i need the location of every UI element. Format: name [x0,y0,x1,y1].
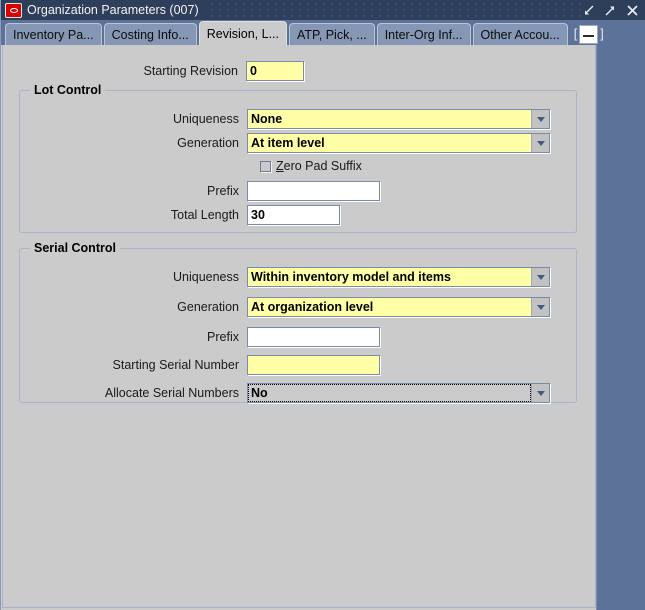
serial-prefix-label: Prefix [207,330,239,344]
tab-label: Inter-Org Inf... [384,27,463,42]
overflow-bracket-close: ] [600,27,604,41]
starting-serial-number-input[interactable] [247,355,380,375]
overflow-bracket-open: [ [573,27,578,41]
chevron-down-icon[interactable] [531,110,549,128]
serial-uniqueness-row: Uniqueness Within inventory model and it… [4,266,550,288]
serial-control-group: Serial Control Uniqueness Within invento… [19,241,577,403]
zero-pad-suffix-row[interactable]: Zero Pad Suffix [260,156,362,176]
tab-revision-lot[interactable]: Revision, L... [198,21,287,45]
tab-atp-pick[interactable]: ATP, Pick, ... [289,23,375,45]
tab-content-panel: Starting Revision 0 Lot Control Uniquene… [2,45,596,608]
serial-prefix-input[interactable] [247,327,380,347]
lot-uniqueness-row: Uniqueness None [4,108,550,130]
lot-uniqueness-select[interactable]: None [247,109,550,129]
tab-inventory-parameters[interactable]: Inventory Pa... [5,23,102,45]
window-title: Organization Parameters (007) [27,3,205,17]
window-titlebar: Organization Parameters (007) [1,0,645,20]
serial-control-title: Serial Control [30,241,120,255]
starting-serial-number-row: Starting Serial Number [4,354,380,376]
close-icon[interactable] [626,4,639,17]
tab-costing-information[interactable]: Costing Info... [103,23,197,45]
serial-prefix-row: Prefix [4,326,380,348]
lot-generation-value: At item level [248,134,531,152]
starting-revision-row: Starting Revision 0 [3,60,304,82]
window-controls [582,0,645,20]
zero-pad-suffix-label: Zero Pad Suffix [276,159,362,173]
lot-total-length-input[interactable]: 30 [247,205,340,225]
tab-label: Other Accou... [480,27,560,42]
lot-uniqueness-label: Uniqueness [172,112,239,126]
oracle-oval-icon [5,2,22,18]
minimize-icon[interactable] [582,4,595,17]
tab-label: Inventory Pa... [13,27,94,42]
maximize-icon[interactable] [604,4,617,17]
tab-overflow-button[interactable] [579,24,599,44]
chevron-down-icon[interactable] [531,384,549,402]
tab-overflow-control[interactable]: [ ] [570,23,604,45]
lot-prefix-label: Prefix [207,184,239,198]
starting-revision-label: Starting Revision [143,64,239,78]
tab-label: ATP, Pick, ... [297,27,367,42]
serial-generation-row: Generation At organization level [4,296,550,318]
serial-uniqueness-select[interactable]: Within inventory model and items [247,267,550,287]
lot-control-group: Lot Control Uniqueness None Generation A… [19,83,577,233]
organization-parameters-window: Organization Parameters (007) Inventory … [0,0,645,610]
chevron-down-icon[interactable] [531,268,549,286]
serial-generation-label: Generation [177,300,239,314]
lot-generation-select[interactable]: At item level [247,133,550,153]
starting-serial-number-label: Starting Serial Number [112,358,239,372]
tab-label: Revision, L... [206,26,279,41]
tab-label: Costing Info... [111,27,189,42]
allocate-serial-numbers-select[interactable]: No [247,383,550,403]
lot-prefix-row: Prefix [4,180,380,202]
serial-generation-value: At organization level [248,298,531,316]
allocate-serial-numbers-value: No [248,384,531,402]
starting-revision-input[interactable]: 0 [246,61,304,81]
lot-control-title: Lot Control [30,83,106,97]
lot-generation-label: Generation [177,136,239,150]
serial-generation-select[interactable]: At organization level [247,297,550,317]
tab-inter-org-information[interactable]: Inter-Org Inf... [376,23,471,45]
lot-generation-row: Generation At item level [4,132,550,154]
allocate-serial-numbers-row: Allocate Serial Numbers No [4,382,550,404]
lot-uniqueness-value: None [248,110,531,128]
lot-prefix-input[interactable] [247,181,380,201]
allocate-serial-numbers-label: Allocate Serial Numbers [104,386,239,400]
chevron-down-icon[interactable] [531,298,549,316]
zero-pad-suffix-checkbox[interactable] [260,160,271,172]
tab-strip: Inventory Pa... Costing Info... Revision… [1,20,645,45]
serial-uniqueness-value: Within inventory model and items [248,268,531,286]
tab-other-accounts[interactable]: Other Accou... [472,23,568,45]
lot-total-length-label: Total Length [170,208,239,222]
ellipsis-icon [583,34,595,37]
lot-total-length-row: Total Length 30 [4,204,340,226]
chevron-down-icon[interactable] [531,134,549,152]
serial-uniqueness-label: Uniqueness [172,270,239,284]
